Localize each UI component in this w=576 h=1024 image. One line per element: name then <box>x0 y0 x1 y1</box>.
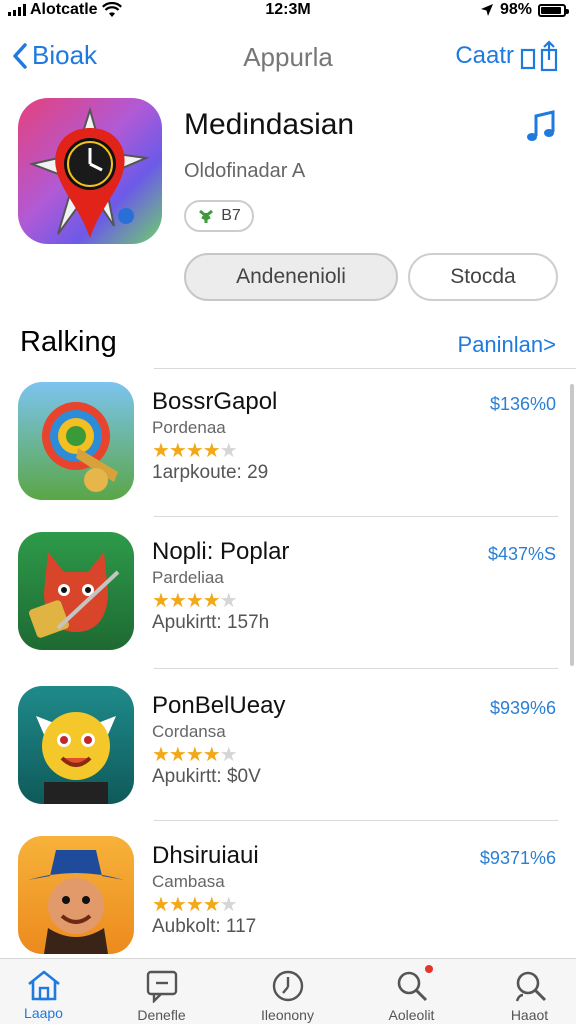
app-meta: Aubkolt: 117 <box>152 916 257 937</box>
stars-filled: ★★★★ <box>152 894 221 916</box>
divider <box>154 668 558 669</box>
stars-empty: ★ <box>219 894 238 916</box>
tab-search[interactable]: Aoleolit <box>354 959 469 1024</box>
cart-label: Caatr <box>455 42 514 69</box>
battery-percent: 98% <box>499 1 532 18</box>
tab-bar: Laapo Denefle Ileonony Aoleolit Haaot <box>0 958 576 1024</box>
scrollbar[interactable] <box>570 384 574 666</box>
stars-empty: ★ <box>219 744 238 766</box>
stars-empty: ★ <box>219 590 238 612</box>
app-meta: Apukirtt: $0V <box>152 766 261 787</box>
app-category: Pardeliaa <box>152 568 224 587</box>
star-rating: ★★★★★ <box>152 892 238 917</box>
stars-filled: ★★★★ <box>152 744 221 766</box>
message-icon <box>146 970 177 1003</box>
location-arrow-icon <box>480 4 493 16</box>
age-rating-badge: B7 <box>184 200 254 232</box>
star-rating: ★★★★★ <box>152 588 238 613</box>
tab-label: Denefle <box>137 1007 186 1023</box>
music-note-icon[interactable] <box>526 110 556 144</box>
tab-home[interactable]: Laapo <box>0 959 101 1024</box>
status-bar: Alotcatle 12:3M 98% <box>0 0 576 24</box>
list-item[interactable]: Nopli: Poplar Pardeliaa ★★★★★ Apukirtt: … <box>0 532 576 672</box>
tab-label: Laapo <box>24 1005 63 1021</box>
list-item[interactable]: BossrGapol Pordenaa ★★★★★ 1arpkoute: 29 … <box>0 382 576 522</box>
tab-clock[interactable]: Ileonony <box>230 959 345 1024</box>
price-label[interactable]: $939%6 <box>490 698 556 719</box>
divider <box>154 368 576 369</box>
cart-share-button[interactable]: Caatr <box>455 40 560 72</box>
app-category: Pordenaa <box>152 418 226 437</box>
tab-label: Haaot <box>510 1007 549 1023</box>
home-icon <box>27 970 60 1001</box>
list-item[interactable]: PonBelUeay Cordansa ★★★★★ Apukirtt: $0V … <box>0 686 576 826</box>
install-button[interactable]: Andenenioli <box>184 253 398 301</box>
search-icon <box>397 971 427 1002</box>
app-name: Medindasian <box>184 108 355 141</box>
status-right: 98% <box>480 0 569 20</box>
list-item[interactable]: Dhsiruiaui Cambasa ★★★★★ Aubkolt: 117 $9… <box>0 836 576 976</box>
app-name: Nopli: Poplar <box>152 538 290 565</box>
secondary-action-button[interactable]: Stocda <box>408 253 558 301</box>
profile-search-icon <box>515 971 546 1002</box>
tab-label: Ileonony <box>261 1007 314 1023</box>
tab-profile[interactable]: Haaot <box>472 959 576 1024</box>
clock-icon <box>272 970 303 1002</box>
app-developer: Oldofinadar A <box>184 160 306 182</box>
app-icon-ranked-1 <box>18 382 134 500</box>
divider <box>154 516 558 517</box>
app-meta: 1arpkoute: 29 <box>152 462 269 483</box>
section-title: Ralking <box>20 326 117 358</box>
star-rating: ★★★★★ <box>152 438 238 463</box>
age-rating-label: B7 <box>221 207 241 224</box>
app-name: Dhsiruiaui <box>152 842 259 869</box>
see-all-link[interactable]: Paninlan> <box>458 332 556 358</box>
app-category: Cordansa <box>152 722 226 741</box>
price-label[interactable]: $9371%6 <box>480 848 556 869</box>
star-rating: ★★★★★ <box>152 742 238 767</box>
app-name: PonBelUeay <box>152 692 286 719</box>
price-label[interactable]: $136%0 <box>490 394 556 415</box>
battery-icon <box>538 3 569 17</box>
navigation-bar: Bioak Appurla Caatr <box>0 30 576 86</box>
stars-empty: ★ <box>219 440 238 462</box>
app-icon <box>18 98 162 244</box>
notification-dot <box>425 965 433 973</box>
share-icon <box>520 40 558 72</box>
stars-filled: ★★★★ <box>152 590 221 612</box>
app-name: BossrGapol <box>152 388 278 415</box>
app-icon-ranked-3 <box>18 686 134 804</box>
app-icon-ranked-4 <box>18 836 134 954</box>
tab-label: Aoleolit <box>388 1007 435 1023</box>
price-label[interactable]: $437%S <box>488 544 556 565</box>
tab-messages[interactable]: Denefle <box>104 959 219 1024</box>
leaf-icon <box>199 209 214 223</box>
divider <box>154 820 558 821</box>
app-meta: Apukirtt: 157h <box>152 612 270 633</box>
app-icon-ranked-2 <box>18 532 134 650</box>
stars-filled: ★★★★ <box>152 440 221 462</box>
app-category: Cambasa <box>152 872 225 891</box>
